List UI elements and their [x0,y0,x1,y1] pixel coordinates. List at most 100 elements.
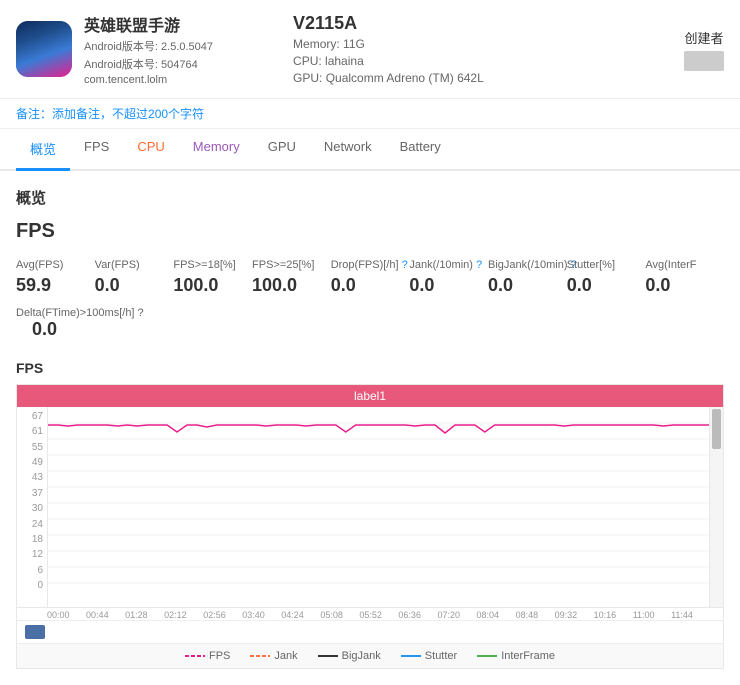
metric-avg-fps-value: 59.9 [16,275,95,296]
metric-jank: Jank(/10min) ? 0.0 [409,259,488,296]
metric-var-fps: Var(FPS) 0.0 [95,259,174,296]
tabs-bar: 概览 FPS CPU Memory GPU Network Battery [0,129,740,171]
x-08:04: 08:04 [477,610,500,620]
legend-stutter-icon [401,651,421,661]
tab-memory[interactable]: Memory [179,129,254,171]
metric-jank-label: Jank(/10min) ? [409,259,488,271]
tab-network[interactable]: Network [310,129,386,171]
app-info: 英雄联盟手游 Android版本号: 2.5.0.5047 Android版本号… [84,12,213,86]
metric-stutter-label: Stutter[%] [567,259,646,271]
y-label-55: 55 [32,442,43,453]
chart-container: label1 67 61 55 49 43 37 30 24 18 12 6 0 [16,384,724,669]
legend-fps-icon [185,651,205,661]
tab-cpu[interactable]: CPU [123,129,178,171]
y-label-49: 49 [32,457,43,468]
x-02:12: 02:12 [164,610,187,620]
x-03:40: 03:40 [242,610,265,620]
x-05:52: 05:52 [359,610,382,620]
chart-legend: FPS Jank BigJank Stutter InterFrame [17,643,723,668]
metric-drop-fps-label: Drop(FPS)[/h] ? [331,259,410,271]
tab-fps[interactable]: FPS [70,129,123,171]
x-11:00: 11:00 [633,610,655,620]
metric-var-fps-label: Var(FPS) [95,259,174,271]
y-label-24: 24 [32,519,43,530]
chart-plot[interactable]: FPS [47,407,723,607]
android-version: Android版本号: 2.5.0.5047 [84,38,213,54]
metric-bigjank-label: BigJank(/10min) ? [488,259,567,271]
y-label-61: 61 [32,426,43,437]
y-label-12: 12 [32,549,43,560]
app-icon [16,21,72,77]
legend-stutter-label: Stutter [425,650,457,662]
android-build: Android版本号: 504764 [84,56,213,72]
legend-bigjank-icon [318,651,338,661]
tab-gpu[interactable]: GPU [254,129,310,171]
tab-battery[interactable]: Battery [386,129,455,171]
chart-controls [17,620,723,643]
device-model: V2115A [293,13,484,34]
x-08:48: 08:48 [516,610,539,620]
x-01:28: 01:28 [125,610,148,620]
metric-avg-fps: Avg(FPS) 59.9 [16,259,95,296]
chart-label-bar: label1 [17,385,723,407]
delta-value: 0.0 [32,319,724,340]
creator-section: 创建者 [684,28,724,71]
note-link[interactable]: 添加备注，不超过200个字符 [52,107,204,121]
tab-overview[interactable]: 概览 [16,129,70,171]
metric-jank-value: 0.0 [409,275,488,296]
page-title: 概览 [16,187,724,208]
metric-interframe-label: Avg(InterF [645,259,724,271]
y-axis: 67 61 55 49 43 37 30 24 18 12 6 0 [17,407,47,607]
x-07:20: 07:20 [437,610,460,620]
metric-fps18-label: FPS>=18[%] [173,259,252,271]
metric-drop-fps: Drop(FPS)[/h] ? 0.0 [331,259,410,296]
metric-stutter-value: 0.0 [567,275,646,296]
metric-bigjank-value: 0.0 [488,275,567,296]
delta-help[interactable]: ? [138,307,144,319]
main-content: 概览 FPS Avg(FPS) 59.9 Var(FPS) 0.0 FPS>=1… [0,171,740,685]
metric-fps18-value: 100.0 [173,275,252,296]
device-gpu: GPU: Qualcomm Adreno (TM) 642L [293,71,484,85]
note-prefix: 备注： [16,107,52,121]
x-06:36: 06:36 [398,610,421,620]
device-memory: Memory: 11G [293,37,484,51]
y-label-43: 43 [32,472,43,483]
x-05:08: 05:08 [320,610,343,620]
app-name: 英雄联盟手游 [84,12,213,36]
y-label-0: 0 [37,580,43,591]
fps-section-title: FPS [16,220,724,243]
x-11:44: 11:44 [671,610,693,620]
chart-scroll-btn[interactable] [25,625,45,639]
chart-title: FPS [16,360,724,376]
legend-interframe-icon [477,651,497,661]
x-04:24: 04:24 [281,610,304,620]
metric-interframe-value: 0.0 [645,275,724,296]
scroll-thumb[interactable] [712,409,721,449]
drop-fps-help[interactable]: ? [402,259,408,271]
y-label-18: 18 [32,534,43,545]
x-axis: 00:00 00:44 01:28 02:12 02:56 03:40 04:2… [17,607,723,620]
metric-avg-fps-label: Avg(FPS) [16,259,95,271]
legend-bigjank: BigJank [318,650,381,662]
delta-label: Delta(FTime)>100ms[/h] ? [16,307,144,319]
x-09:32: 09:32 [555,610,578,620]
fps-line [48,425,723,433]
metric-interframe: Avg(InterF 0.0 [645,259,724,296]
legend-jank: Jank [250,650,297,662]
creator-label: 创建者 [684,28,724,47]
metric-fps18: FPS>=18[%] 100.0 [173,259,252,296]
legend-fps: FPS [185,650,230,662]
legend-interframe: InterFrame [477,650,555,662]
chart-svg [48,407,723,607]
jank-help[interactable]: ? [476,259,482,271]
metric-fps25: FPS>=25[%] 100.0 [252,259,331,296]
note-bar: 备注：添加备注，不超过200个字符 [0,99,740,129]
metric-bigjank: BigJank(/10min) ? 0.0 [488,259,567,296]
legend-jank-label: Jank [274,650,297,662]
delta-section: Delta(FTime)>100ms[/h] ? 0.0 [16,304,724,340]
legend-stutter: Stutter [401,650,457,662]
chart-scrollbar[interactable] [709,407,723,607]
legend-bigjank-label: BigJank [342,650,381,662]
y-label-30: 30 [32,503,43,514]
legend-jank-icon [250,651,270,661]
